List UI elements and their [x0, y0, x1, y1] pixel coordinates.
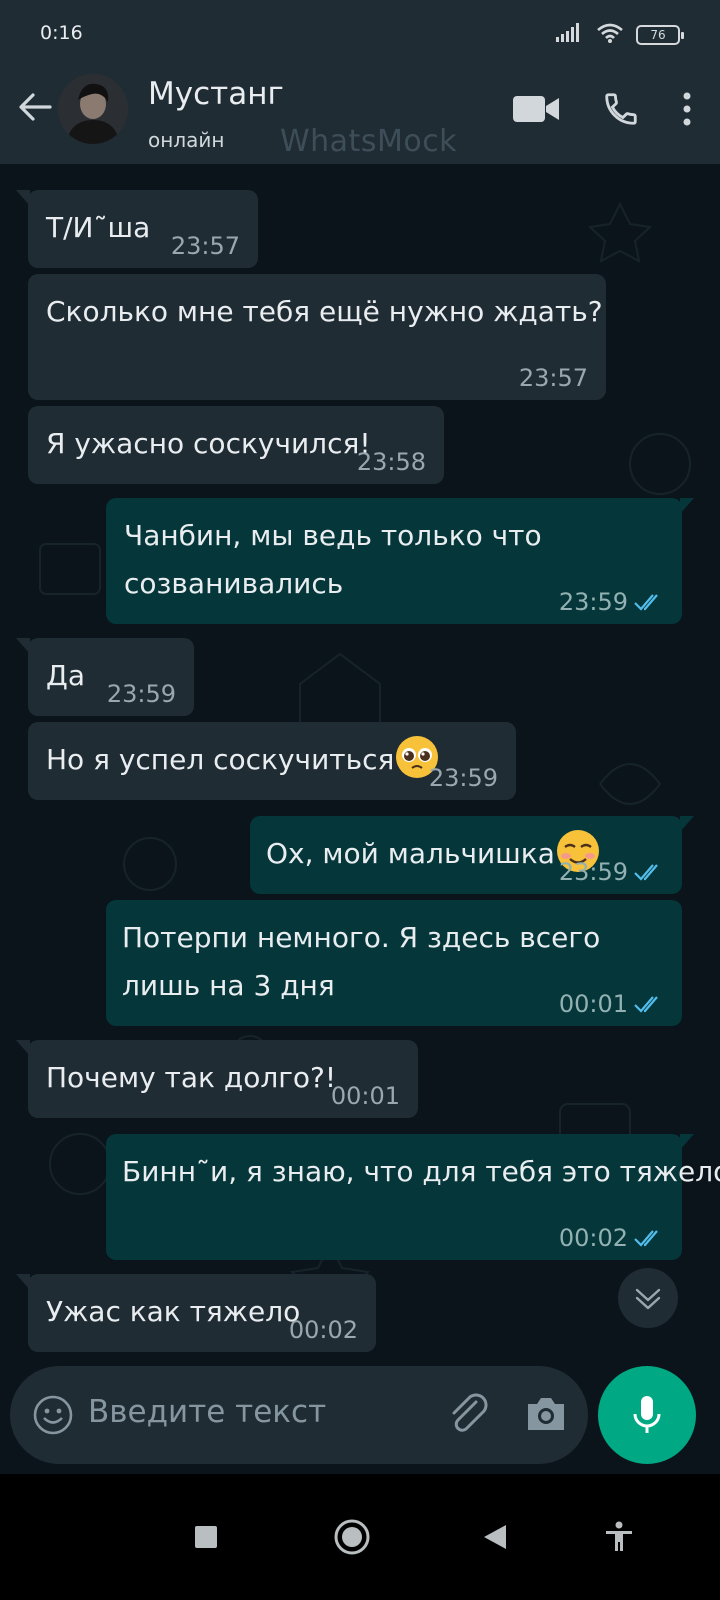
- message-text: Т/И˜ша: [46, 211, 151, 244]
- status-time: 0:16: [40, 22, 83, 44]
- message-outgoing[interactable]: Ох, мой мальчишка 23:59: [250, 816, 694, 894]
- signal-icon: [556, 23, 584, 47]
- message-incoming[interactable]: Т/И˜ша 23:57: [16, 190, 258, 268]
- message-time-wrap: 00:01: [559, 992, 664, 1016]
- double-check-icon: [634, 1230, 658, 1247]
- microphone-icon: [633, 1396, 661, 1433]
- emoji-icon: [33, 1395, 73, 1435]
- message-time: 00:01: [558, 990, 628, 1018]
- message-time-wrap: 00:02: [289, 1318, 358, 1342]
- status-bar: 0:16 76: [0, 0, 720, 54]
- message-time-wrap: 23:59: [559, 590, 664, 614]
- message-text: Ох, мой мальчишка: [266, 837, 555, 870]
- status-icons: 76: [556, 22, 684, 48]
- message-time-wrap: 00:02: [559, 1226, 664, 1250]
- message-time: 23:57: [170, 232, 240, 260]
- emoji-button[interactable]: [32, 1394, 74, 1436]
- message-time-wrap: 23:59: [559, 860, 664, 884]
- phone-call-button[interactable]: [602, 84, 640, 134]
- message-time: 00:02: [558, 1224, 628, 1252]
- message-text: Но я успел соскучиться: [46, 743, 395, 776]
- message-text: Чанбин, мы ведь только что созванивались: [124, 519, 542, 600]
- message-time: 23:58: [356, 448, 426, 476]
- message-text: Сколько мне тебя ещё нужно ждать?: [46, 295, 603, 328]
- message-text: Да: [46, 659, 86, 692]
- watermark: WhatsMock: [280, 124, 458, 159]
- message-time-wrap: 23:58: [357, 450, 426, 474]
- message-time: 00:02: [288, 1316, 358, 1344]
- message-outgoing[interactable]: Бинн˜и, я знаю, что для тебя это тяжело …: [106, 1134, 720, 1260]
- message-incoming[interactable]: Но я успел соскучиться 23:59: [28, 722, 516, 800]
- message-incoming[interactable]: Сколько мне тебя ещё нужно ждать? 23:57: [28, 274, 606, 400]
- message-outgoing[interactable]: Чанбин, мы ведь только что созванивались…: [106, 498, 694, 624]
- system-navigation-bar: [0, 1474, 720, 1600]
- double-check-icon: [634, 864, 658, 881]
- message-composer: Введите текст: [10, 1366, 588, 1464]
- camera-icon: [528, 1398, 564, 1430]
- message-time: 00:01: [330, 1082, 400, 1110]
- message-time: 23:59: [106, 680, 176, 708]
- contact-name[interactable]: Мустанг: [148, 76, 284, 112]
- attach-button[interactable]: [446, 1392, 492, 1438]
- message-text: Я ужасно соскучился!: [46, 427, 371, 460]
- message-text: Ужас как тяжело: [46, 1295, 301, 1328]
- home-button[interactable]: [317, 1502, 387, 1572]
- message-time-wrap: 23:57: [519, 366, 588, 390]
- double-check-icon: [634, 594, 658, 611]
- message-time-wrap: 23:59: [429, 766, 498, 790]
- voice-message-button[interactable]: [598, 1366, 696, 1464]
- chevron-down-icon: [635, 1288, 661, 1310]
- accessibility-button[interactable]: [584, 1502, 654, 1572]
- battery-indicator: 76: [636, 25, 684, 45]
- more-options-button[interactable]: [682, 84, 692, 134]
- message-incoming[interactable]: Почему так долго?! 00:01: [16, 1040, 418, 1118]
- double-check-icon: [634, 996, 658, 1013]
- message-text: Бинн˜и, я знаю, что для тебя это тяжело: [122, 1155, 720, 1188]
- message-time-wrap: 00:01: [331, 1084, 400, 1108]
- header-actions: [512, 84, 692, 134]
- message-time: 23:59: [558, 858, 628, 886]
- message-time: 23:59: [558, 588, 628, 616]
- message-incoming[interactable]: Я ужасно соскучился! 23:58: [28, 406, 444, 484]
- back-nav-button[interactable]: [460, 1502, 530, 1572]
- message-time: 23:57: [518, 364, 588, 392]
- avatar[interactable]: [58, 74, 128, 144]
- recent-apps-button[interactable]: [171, 1502, 241, 1572]
- more-vert-icon: [683, 92, 691, 126]
- video-call-button[interactable]: [512, 84, 560, 134]
- message-time: 23:59: [428, 764, 498, 792]
- scroll-to-bottom-button[interactable]: [618, 1268, 678, 1328]
- wifi-icon: [596, 22, 624, 48]
- square-icon: [195, 1526, 217, 1548]
- message-incoming[interactable]: Да 23:59: [16, 638, 194, 716]
- message-time-wrap: 23:57: [171, 234, 240, 258]
- circle-icon: [334, 1519, 370, 1555]
- chat-area[interactable]: Т/И˜ша 23:57 Сколько мне тебя ещё нужно …: [0, 164, 720, 1374]
- accessibility-icon: [606, 1521, 632, 1551]
- back-button[interactable]: [14, 86, 56, 128]
- message-time-wrap: 23:59: [107, 682, 176, 706]
- contact-status: онлайн: [148, 128, 225, 152]
- chat-header: Мустанг онлайн WhatsMock: [0, 54, 720, 164]
- message-incoming[interactable]: Ужас как тяжело 00:02: [16, 1274, 376, 1352]
- paperclip-icon: [452, 1393, 488, 1432]
- message-outgoing[interactable]: Потерпи немного. Я здесь всего лишь на 3…: [106, 900, 682, 1026]
- camera-button[interactable]: [524, 1394, 568, 1434]
- triangle-back-icon: [484, 1525, 506, 1549]
- back-arrow-icon: [19, 93, 52, 121]
- video-call-icon: [513, 96, 559, 122]
- phone-icon: [605, 93, 637, 125]
- message-text: Почему так долго?!: [46, 1061, 337, 1094]
- message-input[interactable]: Введите текст: [88, 1394, 326, 1430]
